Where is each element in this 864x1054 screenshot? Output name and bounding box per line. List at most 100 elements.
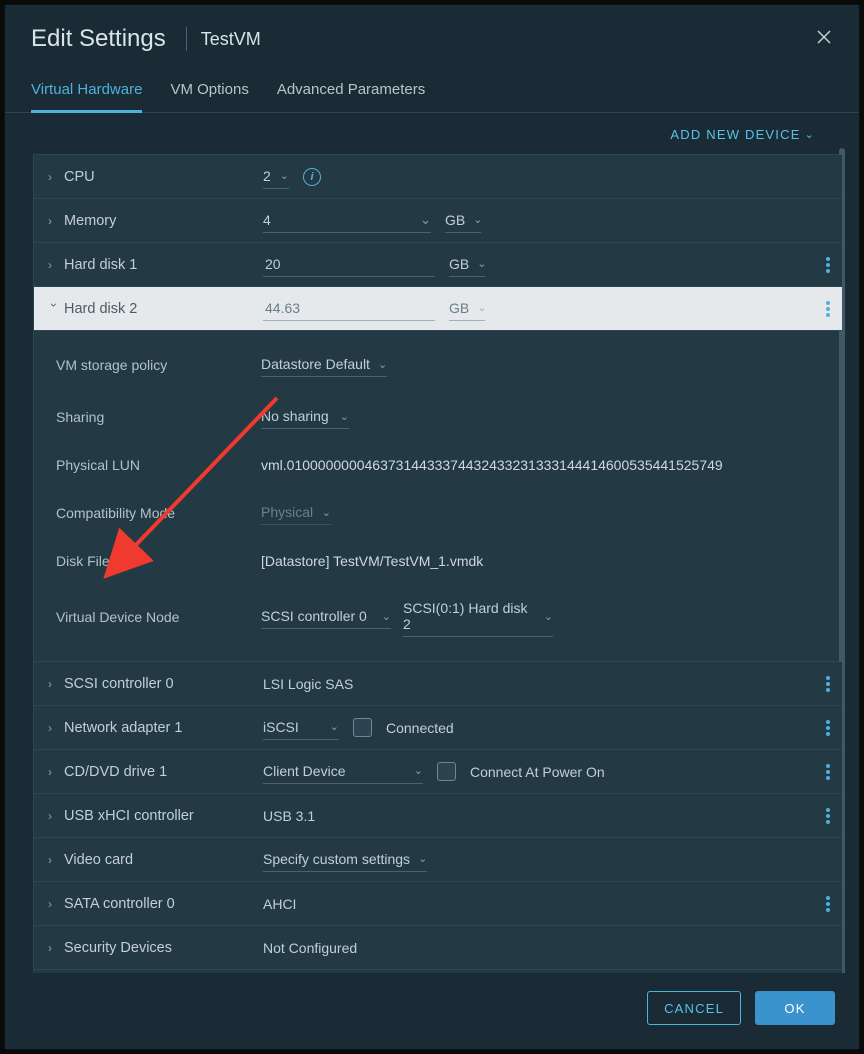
chevron-down-icon: ⌄ [382,610,391,623]
row-sata-controller: › SATA controller 0 AHCI [34,882,842,926]
chevron-down-icon: ⌄ [322,506,331,519]
row-usb-controller: › USB xHCI controller USB 3.1 [34,794,842,838]
chevron-down-icon: ⌄ [473,213,482,226]
scsi-value: LSI Logic SAS [263,676,353,692]
connected-checkbox[interactable] [353,718,372,737]
row-scsi-controller: › SCSI controller 0 LSI Logic SAS [34,662,842,706]
tab-virtual-hardware[interactable]: Virtual Hardware [31,81,142,113]
dialog-title: Edit Settings [31,25,166,53]
row-security-devices: › Security Devices Not Configured [34,926,842,970]
sharing-label: Sharing [48,409,261,425]
chevron-down-icon: ⌄ [280,169,289,182]
hd2-unit-select: GB ⌄ [449,297,485,321]
connected-label: Connected [386,720,454,736]
video-settings-select[interactable]: Specify custom settings ⌄ [263,848,427,872]
chevron-down-icon: ⌄ [378,358,387,371]
sec-value: Not Configured [263,940,357,956]
tabs: Virtual Hardware VM Options Advanced Par… [5,81,859,113]
chevron-right-icon[interactable]: › [48,897,60,911]
video-label: Video card [64,852,133,868]
vdn-label: Virtual Device Node [48,609,261,625]
chevron-right-icon[interactable]: › [48,765,60,779]
chevron-down-icon: ⌄ [414,764,423,777]
close-icon[interactable] [815,28,833,50]
vdn-controller-select[interactable]: SCSI controller 0 ⌄ [261,605,391,629]
storage-policy-label: VM storage policy [48,357,261,373]
chevron-down-icon: ⌄ [805,128,815,141]
connect-power-on-checkbox[interactable] [437,762,456,781]
storage-policy-select[interactable]: Datastore Default ⌄ [261,353,387,377]
row-hd1-label: Hard disk 1 [64,257,137,273]
tab-advanced-parameters[interactable]: Advanced Parameters [277,81,425,112]
disk-file-label: Disk File [48,553,261,569]
chevron-right-icon[interactable]: › [48,170,60,184]
row-memory-label: Memory [64,213,116,229]
kebab-menu-icon[interactable] [826,896,830,912]
body-scroll-area: › CPU 2 ⌄ i › Memory [5,148,859,973]
row-hd2-label: Hard disk 2 [64,301,137,317]
title-divider [186,27,187,51]
chevron-right-icon[interactable]: › [48,214,60,228]
network-select[interactable]: iSCSI ⌄ [263,716,339,740]
hd1-size-input[interactable] [263,253,435,277]
cd-label: CD/DVD drive 1 [64,764,167,780]
chevron-down-icon: ⌄ [477,301,486,314]
chevron-right-icon[interactable]: › [48,677,60,691]
info-icon[interactable]: i [303,168,321,186]
hd2-detail-panel: VM storage policy Datastore Default ⌄ Sh… [34,331,842,662]
disk-file-value: [Datastore] TestVM/TestVM_1.vmdk [261,553,483,569]
physical-lun-value: vml.010000000046373144333744324332313331… [261,457,723,473]
vdn-device-select[interactable]: SCSI(0:1) Hard disk 2 ⌄ [403,597,553,637]
dialog-header: Edit Settings TestVM [5,5,859,63]
hd2-size-input [263,297,435,321]
chevron-down-icon: ⌄ [418,852,427,865]
row-cpu-label: CPU [64,169,95,185]
chevron-down-icon: ⌄ [544,610,553,623]
connect-power-on-label: Connect At Power On [470,764,605,780]
row-cpu: › CPU 2 ⌄ i [34,155,842,199]
net-label: Network adapter 1 [64,720,182,736]
chevron-right-icon[interactable]: › [48,941,60,955]
row-other: › Other Additional Hardware [34,970,842,973]
tab-vm-options[interactable]: VM Options [170,81,248,112]
chevron-right-icon[interactable]: › [48,721,60,735]
physical-lun-label: Physical LUN [48,457,261,473]
memory-unit-select[interactable]: GB ⌄ [445,209,481,233]
kebab-menu-icon[interactable] [826,720,830,736]
hardware-list: › CPU 2 ⌄ i › Memory [33,154,843,973]
dialog-subtitle: TestVM [201,29,261,50]
chevron-down-icon: ⌄ [477,257,486,270]
usb-value: USB 3.1 [263,808,315,824]
sata-label: SATA controller 0 [64,896,175,912]
kebab-menu-icon[interactable] [826,257,830,273]
hd1-unit-select[interactable]: GB ⌄ [449,253,485,277]
chevron-right-icon[interactable]: › [48,853,60,867]
row-video-card: › Video card Specify custom settings ⌄ [34,838,842,882]
scsi-label: SCSI controller 0 [64,676,174,692]
kebab-menu-icon[interactable] [826,676,830,692]
row-cd-dvd-drive: › CD/DVD drive 1 Client Device ⌄ Connect… [34,750,842,794]
add-new-device-label: ADD NEW DEVICE [670,127,800,142]
compat-mode-label: Compatibility Mode [48,505,261,521]
sec-label: Security Devices [64,940,172,956]
sharing-select[interactable]: No sharing ⌄ [261,405,349,429]
row-memory: › Memory 4 ⌄ GB ⌄ [34,199,842,243]
row-hard-disk-2: › Hard disk 2 GB ⌄ [34,287,842,331]
chevron-down-icon: ⌄ [420,212,431,228]
kebab-menu-icon[interactable] [826,808,830,824]
chevron-down-icon: ⌄ [340,410,349,423]
kebab-menu-icon[interactable] [826,764,830,780]
chevron-right-icon[interactable]: › [48,258,60,272]
chevron-down-icon[interactable]: › [47,303,61,315]
kebab-menu-icon[interactable] [826,301,830,317]
add-new-device-button[interactable]: ADD NEW DEVICE ⌄ [670,127,815,142]
ok-button[interactable]: OK [755,991,835,1025]
chevron-down-icon: ⌄ [330,720,339,733]
row-network-adapter: › Network adapter 1 iSCSI ⌄ Connected [34,706,842,750]
chevron-right-icon[interactable]: › [48,809,60,823]
cancel-button[interactable]: CANCEL [647,991,741,1025]
memory-value-input[interactable]: 4 ⌄ [263,209,431,233]
usb-label: USB xHCI controller [64,808,194,824]
cpu-count-select[interactable]: 2 ⌄ [263,165,289,189]
cd-device-select[interactable]: Client Device ⌄ [263,760,423,784]
